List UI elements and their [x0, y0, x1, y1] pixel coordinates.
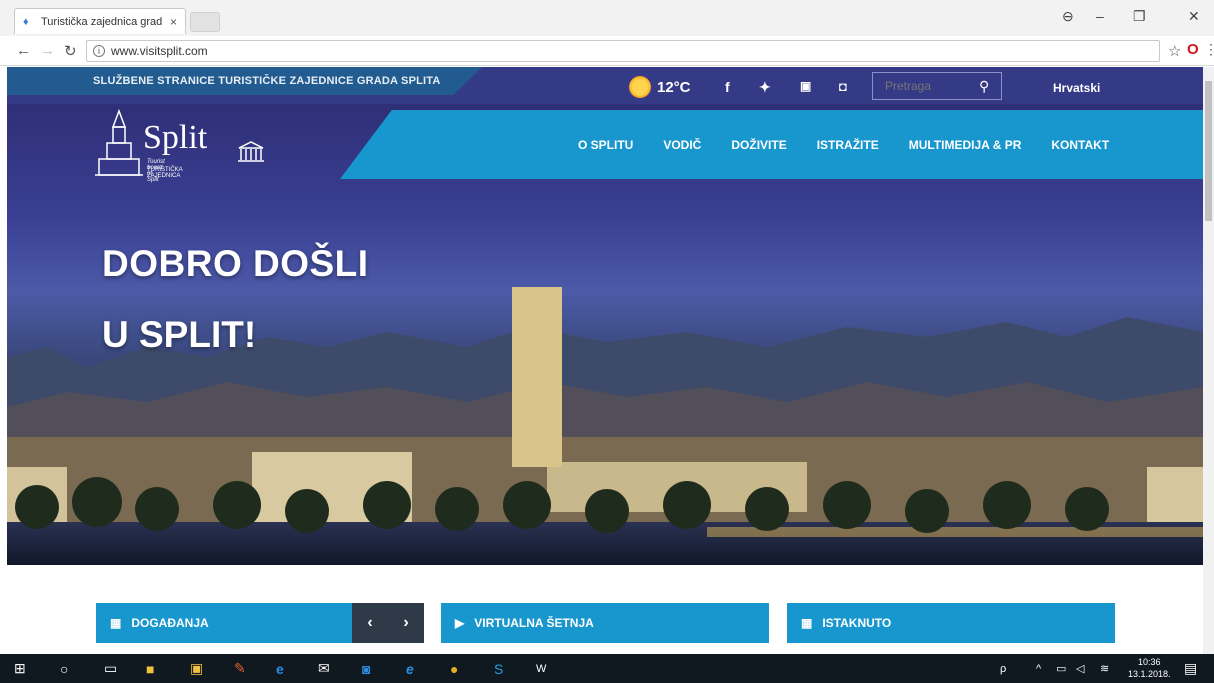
windows-taskbar: ⊞ ○ ▭ ■ ▣ ✎ e ✉ ◙ e ● S W ρ ^ ▭ ◁ ≋ 10:3…: [0, 654, 1214, 683]
youtube-icon[interactable]: ▣: [800, 79, 811, 93]
hero-heading-line2: U SPLIT!: [102, 314, 257, 355]
scrollbar-thumb[interactable]: [1205, 81, 1212, 221]
tab-strip: ♦ Turistička zajednica grad × ⊖ – ❐ ✕: [0, 0, 1214, 36]
internet-explorer-icon[interactable]: e: [406, 659, 414, 678]
site-logo[interactable]: Split Tourist board of Split TURISTIČKA …: [95, 108, 207, 184]
temperature: 12°C: [657, 78, 691, 96]
mail-icon[interactable]: ✉: [318, 659, 330, 678]
windows-start-icon[interactable]: ⊞: [14, 659, 26, 678]
system-clock[interactable]: 10:36 13.1.2018.: [1128, 656, 1171, 680]
search-icon[interactable]: ⚲: [979, 78, 989, 95]
profile-icon[interactable]: ⊖: [1062, 8, 1074, 25]
notifications-icon[interactable]: ▤: [1184, 659, 1197, 678]
bell-tower-icon: [95, 108, 143, 176]
chrome-icon[interactable]: ●: [450, 659, 458, 678]
skype-icon[interactable]: S: [494, 659, 503, 678]
next-arrow-icon[interactable]: ›: [403, 614, 408, 632]
events-card[interactable]: ▦ DOGAĐANJA ‹ ›: [96, 603, 424, 643]
calendar-icon: ▦: [110, 616, 122, 630]
restore-icon[interactable]: ❐: [1133, 8, 1146, 25]
menu-icon[interactable]: ⋮: [1204, 41, 1214, 58]
featured-title: ISTAKNUTO: [822, 616, 892, 630]
tray-chevron-icon[interactable]: ^: [1036, 659, 1041, 678]
back-icon[interactable]: ←: [16, 42, 31, 59]
hero-banner: SLUŽBENE STRANICE TURISTIČKE ZAJEDNICE G…: [7, 67, 1203, 565]
word-icon[interactable]: W: [536, 659, 546, 678]
close-window-icon[interactable]: ✕: [1188, 8, 1200, 25]
events-carousel-controls: ‹ ›: [352, 603, 424, 643]
wifi-icon[interactable]: ≋: [1100, 659, 1109, 678]
facebook-icon[interactable]: f: [725, 79, 730, 95]
unesco-icon[interactable]: [237, 140, 265, 164]
forward-icon[interactable]: →: [40, 42, 55, 59]
paint-icon[interactable]: ✎: [234, 659, 246, 678]
new-tab-button[interactable]: [190, 12, 220, 32]
bookmark-star-icon[interactable]: ☆: [1168, 42, 1181, 60]
edge-icon[interactable]: e: [276, 659, 284, 678]
clock-date: 13.1.2018.: [1128, 669, 1171, 679]
weather-widget: 12°C: [629, 76, 691, 98]
official-site-label: SLUŽBENE STRANICE TURISTIČKE ZAJEDNICE G…: [7, 67, 482, 95]
url-text: www.visitsplit.com: [111, 44, 208, 58]
browser-tab[interactable]: ♦ Turistička zajednica grad ×: [14, 8, 186, 34]
virtual-walk-card[interactable]: ▶ VIRTUALNA ŠETNJA: [441, 603, 769, 643]
logo-subtitle-hr: TURISTIČKA ZAJEDNICA: [147, 167, 183, 179]
outlook-icon[interactable]: ◙: [362, 659, 370, 678]
nav-o-splitu[interactable]: O SPLITU: [578, 138, 633, 152]
task-view-icon[interactable]: ▭: [104, 659, 117, 678]
play-icon: ▶: [455, 616, 465, 630]
web-page: SLUŽBENE STRANICE TURISTIČKE ZAJEDNICE G…: [7, 67, 1203, 654]
nav-dozivite[interactable]: DOŽIVITE: [731, 138, 786, 152]
reload-icon[interactable]: ↻: [64, 42, 77, 60]
search-icon[interactable]: ○: [60, 659, 68, 678]
instagram-icon[interactable]: ◘: [839, 79, 847, 94]
store-icon[interactable]: ▣: [190, 659, 203, 678]
nav-kontakt[interactable]: KONTAKT: [1051, 138, 1109, 152]
calendar-icon: ▦: [801, 616, 813, 630]
hero-heading-line1: DOBRO DOŠLI: [102, 243, 369, 284]
file-explorer-icon[interactable]: ■: [146, 659, 154, 678]
opera-icon[interactable]: O: [1187, 41, 1199, 58]
search-box: ⚲: [872, 72, 1002, 100]
battery-icon[interactable]: ▭: [1056, 659, 1066, 678]
minimize-icon[interactable]: –: [1096, 8, 1104, 24]
people-icon[interactable]: ρ: [1000, 659, 1006, 678]
favicon-icon: ♦: [23, 15, 29, 28]
nav-vodic[interactable]: VODIČ: [663, 138, 701, 152]
featured-card[interactable]: ▦ ISTAKNUTO: [787, 603, 1115, 643]
sun-icon: [629, 76, 651, 98]
clock-time: 10:36: [1138, 657, 1161, 667]
volume-icon[interactable]: ◁: [1076, 659, 1084, 678]
events-title: DOGAĐANJA: [131, 616, 209, 630]
nav-multimedija[interactable]: MULTIMEDIJA & PR: [909, 138, 1022, 152]
twitter-icon[interactable]: ✦: [759, 79, 771, 96]
nav-istrazite[interactable]: ISTRAŽITE: [817, 138, 879, 152]
virtual-walk-title: VIRTUALNA ŠETNJA: [474, 616, 594, 630]
browser-toolbar: ← → ↻ i www.visitsplit.com ☆ O ⋮: [0, 36, 1214, 66]
logo-text: Split: [143, 119, 208, 156]
close-tab-icon[interactable]: ×: [170, 15, 177, 29]
prev-arrow-icon[interactable]: ‹: [367, 614, 372, 632]
address-bar[interactable]: i www.visitsplit.com: [86, 40, 1160, 62]
page-scrollbar[interactable]: [1203, 67, 1214, 654]
search-input[interactable]: [873, 74, 973, 98]
info-icon[interactable]: i: [93, 45, 105, 57]
language-selector[interactable]: Hrvatski: [1053, 81, 1100, 95]
main-nav: O SPLITU VODIČ DOŽIVITE ISTRAŽITE MULTIM…: [578, 138, 1139, 152]
tab-title: Turistička zajednica grad: [41, 15, 163, 28]
